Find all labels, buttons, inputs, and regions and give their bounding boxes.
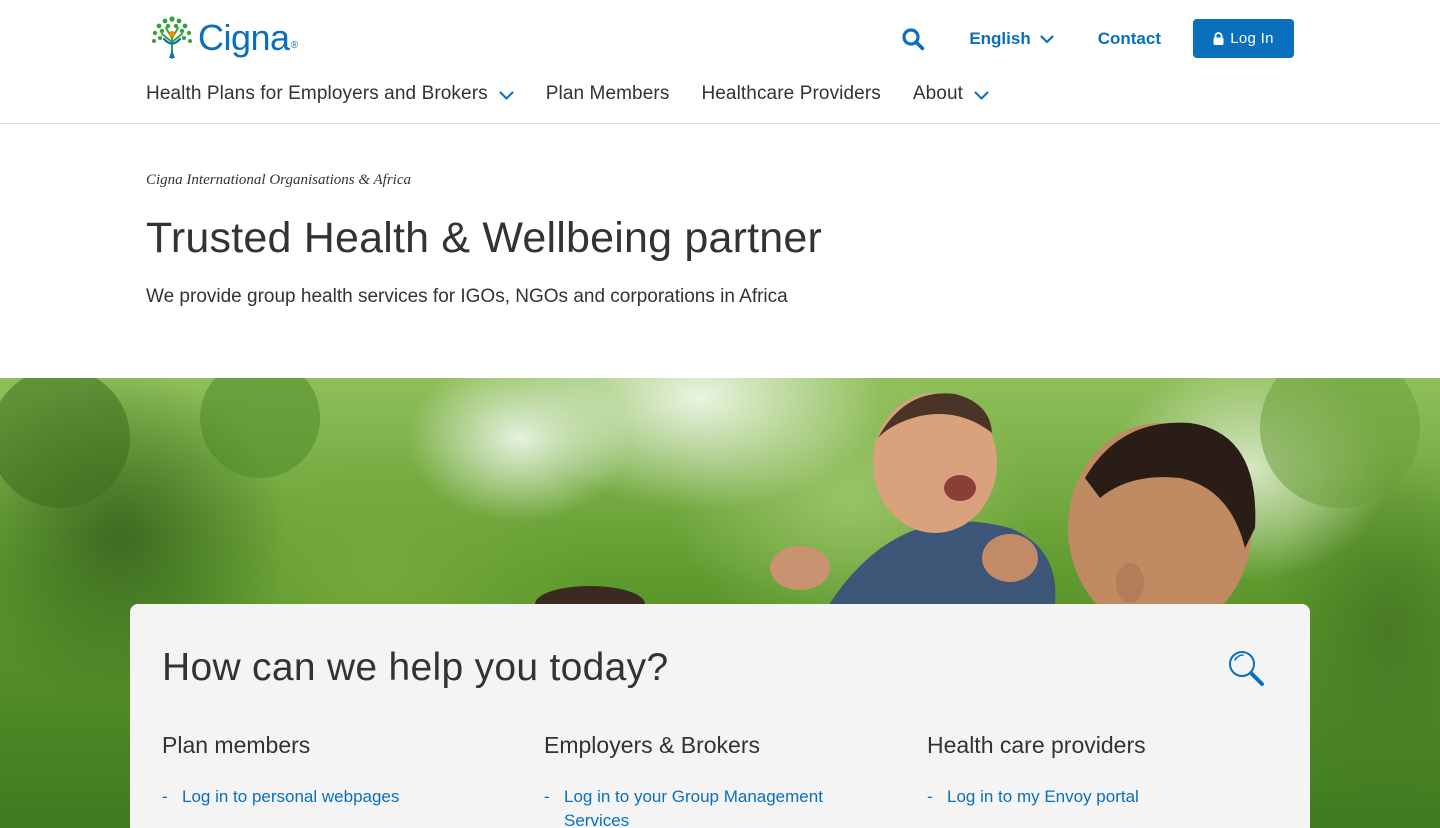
- column-title: Employers & Brokers: [544, 732, 761, 758]
- language-label: English: [969, 28, 1031, 48]
- nav-item-label: Healthcare Providers: [701, 83, 881, 104]
- nav-item-plan-members[interactable]: Plan Members: [546, 83, 670, 105]
- lock-icon: [1213, 32, 1224, 45]
- help-column-healthcare-providers: Health care providers - Log in to my Env…: [927, 732, 1267, 809]
- contact-link[interactable]: Contact: [1098, 29, 1161, 49]
- group-management-link[interactable]: - Log in to your Group Management Servic…: [544, 785, 884, 828]
- help-search-button[interactable]: [1226, 648, 1266, 688]
- language-selector[interactable]: English: [969, 28, 1054, 49]
- list-dash: -: [162, 787, 168, 806]
- login-label: Log In: [1230, 30, 1274, 47]
- nav-item-employers-brokers[interactable]: Health Plans for Employers and Brokers: [146, 83, 514, 105]
- help-column-plan-members: Plan members - Log in to personal webpag…: [162, 732, 502, 809]
- link-label: Log in to my Envoy portal: [947, 787, 1139, 806]
- list-dash: -: [927, 787, 933, 806]
- registered-mark: ®: [290, 39, 298, 51]
- help-column-employers-brokers: Employers & Brokers - Log in to your Gro…: [544, 732, 884, 828]
- chevron-down-icon: [499, 91, 514, 99]
- column-title: Health care providers: [927, 732, 1146, 758]
- help-panel: How can we help you today? Plan members …: [130, 604, 1310, 828]
- chevron-down-icon: [1040, 35, 1054, 44]
- nav-item-label: Health Plans for Employers and Brokers: [146, 83, 488, 104]
- page-subtitle: We provide group health services for IGO…: [146, 286, 788, 307]
- tree-of-life-icon: [152, 16, 192, 59]
- utility-nav: English Contact Log In: [899, 19, 1294, 58]
- personal-webpages-link[interactable]: - Log in to personal webpages: [162, 785, 502, 809]
- nav-item-label: About: [912, 83, 964, 104]
- nav-item-healthcare-providers[interactable]: Healthcare Providers: [701, 83, 880, 105]
- chevron-down-icon: [974, 91, 989, 99]
- site-header: Cigna ® English Contact Log In Health Pl…: [0, 0, 1440, 124]
- nav-item-about[interactable]: About: [913, 83, 989, 105]
- list-dash: -: [544, 787, 550, 806]
- logo-wordmark: Cigna: [198, 17, 290, 58]
- search-button[interactable]: [899, 25, 927, 53]
- main-nav: Health Plans for Employers and Brokers P…: [146, 81, 1021, 107]
- envoy-portal-link[interactable]: - Log in to my Envoy portal: [927, 785, 1267, 809]
- cigna-logo[interactable]: Cigna ®: [148, 14, 298, 62]
- nav-item-label: Plan Members: [545, 83, 670, 104]
- page-eyebrow: Cigna International Organisations & Afri…: [146, 172, 412, 188]
- link-label: Log in to your Group Management Services: [564, 787, 823, 828]
- column-title: Plan members: [162, 732, 311, 758]
- magnifier-icon: [1229, 651, 1264, 686]
- login-button[interactable]: Log In: [1193, 19, 1294, 58]
- help-title: How can we help you today?: [162, 646, 669, 689]
- search-icon: [902, 27, 925, 50]
- link-label: Log in to personal webpages: [182, 787, 400, 806]
- page-title: Trusted Health & Wellbeing partner: [146, 214, 823, 262]
